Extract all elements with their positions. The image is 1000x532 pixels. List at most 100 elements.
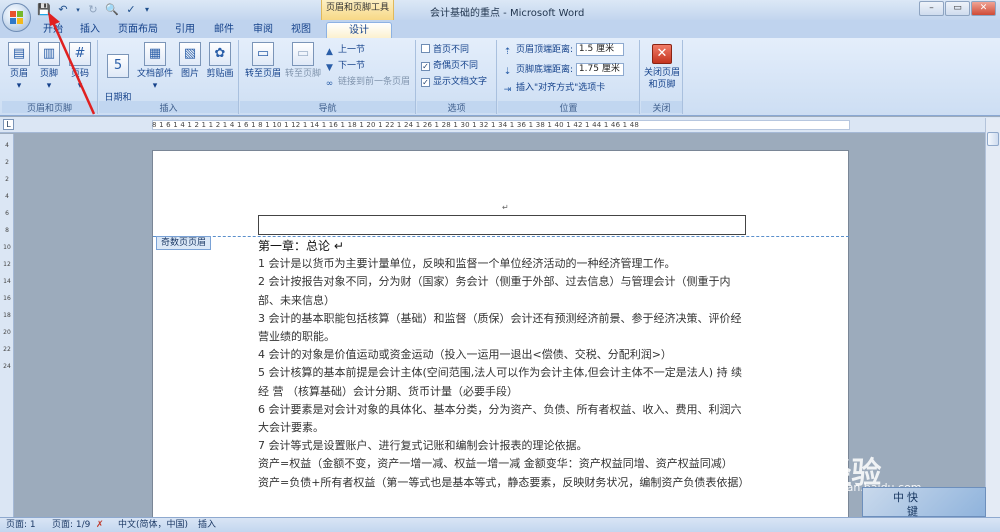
different-odd-even-label: 奇偶页不同 bbox=[433, 61, 479, 71]
paragraph: 7 会计等式是设置账户、进行复式记账和编制会计报表的理论依据。 bbox=[258, 439, 588, 453]
tab-page-layout[interactable]: 页面布局 bbox=[112, 22, 164, 38]
close-button[interactable]: ✕ bbox=[971, 1, 996, 16]
group-label-close: 关闭 bbox=[641, 101, 682, 114]
vertical-ruler-number: 22 bbox=[3, 346, 11, 353]
close-header-footer-label: 关闭页眉和页脚 bbox=[643, 68, 680, 90]
print-preview-icon[interactable]: 🔍 bbox=[105, 3, 119, 17]
window-title: 会计基础的重点 - Microsoft Word bbox=[430, 8, 585, 19]
status-insert-mode[interactable]: 插入 bbox=[198, 518, 216, 532]
checkbox-unchecked bbox=[421, 44, 430, 53]
page-number-button-label: 页码 bbox=[70, 69, 89, 79]
previous-section-button[interactable]: ▲ 上一节 bbox=[324, 44, 365, 58]
save-icon[interactable]: 💾 bbox=[37, 3, 51, 17]
tab-view[interactable]: 视图 bbox=[284, 22, 318, 38]
document-page[interactable]: ↵ 奇数页页眉 第一章：总论 ↵ 1 会计是以货币为主要计量单位，反映和监督一个… bbox=[152, 150, 849, 517]
paragraph: 5 会计核算的基本前提是会计主体(空间范围,法人可以作为会计主体,但会计主体不一… bbox=[258, 366, 743, 398]
different-odd-even-checkbox[interactable]: ✓ 奇偶页不同 bbox=[421, 60, 478, 73]
clip-art-button[interactable]: ✿ 剪贴画 bbox=[205, 42, 235, 80]
picture-icon: ▧ bbox=[179, 42, 201, 66]
tab-insert[interactable]: 插入 bbox=[74, 22, 106, 38]
group-options: 首页不同 ✓ 奇偶页不同 ✓ 显示文档文字 选项 bbox=[417, 40, 497, 114]
vertical-scrollbar[interactable] bbox=[985, 118, 1000, 517]
picture-button[interactable]: ▧ 图片 bbox=[177, 42, 203, 80]
header-distance-input[interactable]: 1.5 厘米 bbox=[575, 43, 624, 56]
footer-distance-input[interactable]: 1.75 厘米 bbox=[575, 63, 624, 76]
header-button[interactable]: ▤ 页眉 ▾ bbox=[6, 42, 32, 92]
next-section-button[interactable]: ▼ 下一节 bbox=[324, 60, 365, 74]
next-section-icon: ▼ bbox=[326, 63, 333, 73]
quick-parts-label: 文档部件 bbox=[136, 69, 173, 79]
header-distance-row: ⇡ 页眉顶端距离: 1.5 厘米 bbox=[502, 43, 624, 58]
vertical-ruler-number: 10 bbox=[3, 244, 11, 251]
goto-footer-label: 转至页脚 bbox=[284, 69, 321, 79]
header-icon: ▤ bbox=[8, 42, 30, 66]
goto-header-button[interactable]: ▭ 转至页眉 bbox=[244, 42, 282, 80]
group-label-options: 选项 bbox=[417, 101, 496, 114]
status-page-count[interactable]: 页面: 1/9 bbox=[52, 518, 90, 532]
status-page[interactable]: 页面: 1 bbox=[6, 518, 36, 532]
show-document-text-checkbox[interactable]: ✓ 显示文档文字 bbox=[421, 76, 487, 89]
close-icon: ✕ bbox=[652, 44, 672, 64]
footer-distance-icon: ⇣ bbox=[503, 67, 512, 77]
document-body[interactable]: 第一章：总论 ↵ 1 会计是以货币为主要计量单位，反映和监督一个单位经济活动的一… bbox=[258, 237, 749, 492]
group-close: ✕ 关闭页眉和页脚 关闭 bbox=[641, 40, 683, 114]
group-label-navigation: 导航 bbox=[240, 101, 415, 114]
undo-dropdown-icon[interactable]: ▾ bbox=[75, 3, 81, 17]
corner-logo: 中 快 键 bbox=[862, 487, 986, 518]
chapter-heading: 第一章：总论 ↵ bbox=[258, 239, 344, 253]
tab-mailings[interactable]: 邮件 bbox=[207, 22, 241, 38]
horizontal-ruler[interactable]: L 8 1 6 1 4 1 2 1 1 2 1 4 1 6 1 8 1 10 1… bbox=[0, 117, 1000, 133]
spellcheck-icon[interactable]: ✓ bbox=[124, 3, 138, 17]
quick-parts-icon: ▦ bbox=[144, 42, 166, 66]
tab-review[interactable]: 审阅 bbox=[246, 22, 280, 38]
status-language[interactable]: 中文(简体，中国) bbox=[118, 518, 188, 532]
vertical-ruler-number: 24 bbox=[3, 363, 11, 370]
insert-alignment-tab-button[interactable]: ⇥ 插入"对齐方式"选项卡 bbox=[502, 82, 606, 96]
odd-page-header-label: 奇数页页眉 bbox=[156, 236, 212, 250]
quick-access-toolbar: 💾 ↶ ▾ ↻ 🔍 ✓ ▾ bbox=[37, 3, 151, 17]
header-area[interactable] bbox=[258, 215, 746, 235]
tab-home[interactable]: 开始 bbox=[40, 22, 66, 38]
footer-icon: ▥ bbox=[38, 42, 60, 66]
vertical-ruler-number: 6 bbox=[5, 210, 9, 217]
paragraph: 资产=权益（金额不变，资产一增一减、权益一增一减 金额变华：资产权益同增、资产权… bbox=[258, 457, 733, 471]
link-to-previous-button[interactable]: ∞ 链接到前一条页眉 bbox=[324, 76, 410, 90]
goto-footer-icon: ▭ bbox=[292, 42, 314, 66]
tab-design[interactable]: 设计 bbox=[326, 22, 392, 38]
vertical-ruler-number: 4 bbox=[5, 193, 9, 200]
footer-button[interactable]: ▥ 页脚 ▾ bbox=[36, 42, 62, 92]
close-header-footer-button[interactable]: ✕ 关闭页眉和页脚 bbox=[643, 42, 681, 91]
vertical-ruler-number: 12 bbox=[3, 261, 11, 268]
paragraph: 4 会计的对象是价值运动或资金运动（投入一运用一退出<偿债、交税、分配利润>） bbox=[258, 348, 672, 362]
proofing-icon[interactable]: ✗ bbox=[96, 518, 104, 532]
vertical-ruler[interactable]: 4 2 2 4 6 8 10 12 14 16 18 20 22 24 bbox=[0, 134, 14, 517]
vertical-ruler-number: 8 bbox=[5, 227, 9, 234]
paragraph: 6 会计要素是对会计对象的具体化、基本分类，分为资产、负债、所有者权益、收入、费… bbox=[258, 402, 742, 435]
quick-parts-button[interactable]: ▦ 文档部件 ▾ bbox=[135, 42, 175, 92]
minimize-button[interactable]: – bbox=[919, 1, 944, 16]
customize-qat-icon[interactable]: ▾ bbox=[143, 3, 151, 17]
goto-footer-button[interactable]: ▭ 转至页脚 bbox=[284, 42, 322, 80]
tab-selector-icon[interactable]: L bbox=[3, 119, 14, 130]
goto-header-icon: ▭ bbox=[252, 42, 274, 66]
clip-art-label: 剪贴画 bbox=[206, 69, 234, 79]
tab-references[interactable]: 引用 bbox=[168, 22, 202, 38]
redo-icon[interactable]: ↻ bbox=[86, 3, 100, 17]
link-icon: ∞ bbox=[325, 79, 334, 89]
paragraph: 1 会计是以货币为主要计量单位，反映和监督一个单位经济活动的一种经济管理工作。 bbox=[258, 257, 676, 271]
page-number-button[interactable]: # 页码 ▾ bbox=[66, 42, 94, 92]
ribbon: ▤ 页眉▾ ▥ 页脚▾ # 页码▾ 页眉和页脚 5 日期和 时间 ▦ 文档部件▾… bbox=[0, 38, 1000, 116]
ribbon-tabs: 开始 插入 页面布局 引用 邮件 审阅 视图 设计 bbox=[0, 20, 1000, 38]
office-logo-icon bbox=[10, 11, 24, 25]
undo-icon[interactable]: ↶ bbox=[56, 3, 70, 17]
maximize-button[interactable]: ▭ bbox=[945, 1, 970, 16]
vertical-ruler-number: 2 bbox=[5, 159, 9, 166]
page-number-icon: # bbox=[69, 42, 91, 66]
paragraph-mark-icon: ↵ bbox=[502, 203, 509, 212]
previous-section-label: 上一节 bbox=[338, 45, 366, 55]
different-first-page-checkbox[interactable]: 首页不同 bbox=[421, 44, 469, 57]
paragraph: 3 会计的基本职能包括核算（基础）和监督（质保）会计还有预测经济前景、参于经济决… bbox=[258, 311, 742, 344]
scrollbar-thumb[interactable] bbox=[987, 132, 999, 146]
office-button[interactable] bbox=[2, 3, 31, 32]
goto-header-label: 转至页眉 bbox=[244, 69, 281, 79]
